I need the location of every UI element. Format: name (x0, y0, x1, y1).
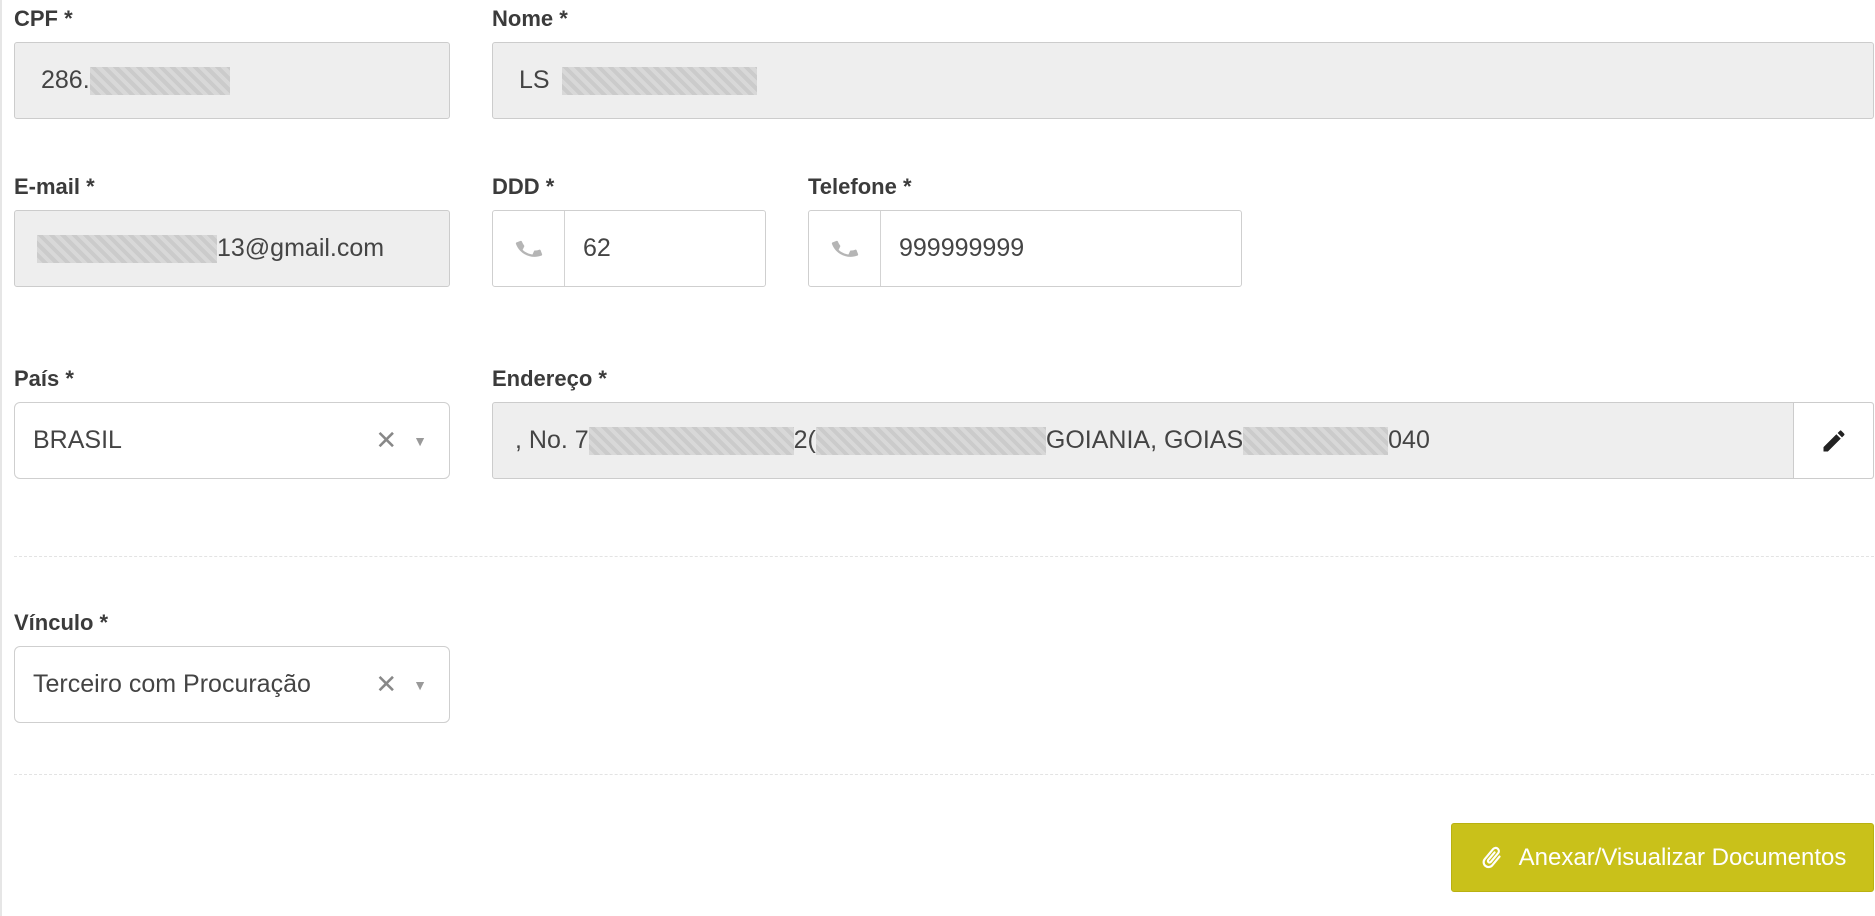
section-divider (14, 774, 1874, 775)
ddd-value: 62 (583, 234, 611, 262)
pencil-icon (1823, 429, 1844, 451)
pais-label: País * (14, 366, 74, 391)
clear-icon[interactable]: ✕ (375, 669, 397, 700)
nome-value-visible: LS (519, 66, 550, 94)
vinculo-label: Vínculo * (14, 610, 109, 635)
endereco-redacted-1 (588, 426, 794, 455)
attach-documents-button[interactable]: Anexar/Visualizar Documentos (1451, 823, 1874, 892)
vinculo-select-controls: ✕ ▼ (375, 669, 449, 700)
attach-documents-label: Anexar/Visualizar Documentos (1518, 843, 1847, 871)
email-value-visible: 13@gmail.com (217, 234, 385, 262)
endereco-part-2: 2( (793, 426, 816, 454)
chevron-down-icon[interactable]: ▼ (413, 433, 427, 449)
endereco-part-1: , No. 7 (515, 426, 589, 454)
email-redacted (37, 234, 217, 263)
paperclip-icon (1482, 846, 1501, 868)
endereco-label: Endereço * (492, 366, 607, 391)
chevron-down-icon[interactable]: ▼ (413, 677, 427, 693)
nome-field[interactable]: LS (492, 42, 1874, 119)
endereco-field[interactable]: , No. 7 2( GOIANIA, GOIAS 040 (492, 402, 1874, 479)
telefone-input[interactable]: 999999999 (808, 210, 1242, 287)
section-divider (14, 556, 1874, 557)
cpf-label: CPF * (14, 6, 73, 31)
clear-icon[interactable]: ✕ (375, 425, 397, 456)
cpf-field[interactable]: 286. (14, 42, 450, 119)
ddd-input[interactable]: 62 (492, 210, 766, 287)
nome-redacted (561, 66, 757, 95)
ddd-label: DDD * (492, 174, 555, 199)
pais-select-controls: ✕ ▼ (375, 425, 449, 456)
endereco-redacted-2 (815, 426, 1046, 455)
email-value: 13@gmail.com (15, 234, 384, 263)
endereco-part-3: GOIANIA, GOIAS (1045, 426, 1244, 454)
phone-icon (809, 211, 881, 286)
phone-icon (493, 211, 565, 286)
email-label: E-mail * (14, 174, 95, 199)
cpf-redacted (89, 66, 230, 95)
email-field[interactable]: 13@gmail.com (14, 210, 450, 287)
nome-label: Nome * (492, 6, 568, 31)
nome-value: LS (493, 66, 757, 95)
endereco-redacted-3 (1243, 426, 1389, 455)
telefone-label: Telefone * (808, 174, 912, 199)
edit-address-button[interactable] (1793, 403, 1873, 478)
vinculo-selected-value: Terceiro com Procuração (33, 670, 311, 698)
telefone-value: 999999999 (899, 234, 1025, 262)
endereco-part-4: 040 (1388, 426, 1430, 454)
vinculo-select[interactable]: Terceiro com Procuração ✕ ▼ (14, 646, 450, 723)
pais-selected-value: BRASIL (33, 426, 122, 454)
person-form: CPF * 286. Nome * LS E-mail * 13@gmail.c… (0, 0, 1875, 916)
cpf-value-visible: 286. (41, 66, 90, 94)
pais-select[interactable]: BRASIL ✕ ▼ (14, 402, 450, 479)
endereco-value: , No. 7 2( GOIANIA, GOIAS 040 (493, 426, 1430, 455)
cpf-value: 286. (15, 66, 230, 95)
